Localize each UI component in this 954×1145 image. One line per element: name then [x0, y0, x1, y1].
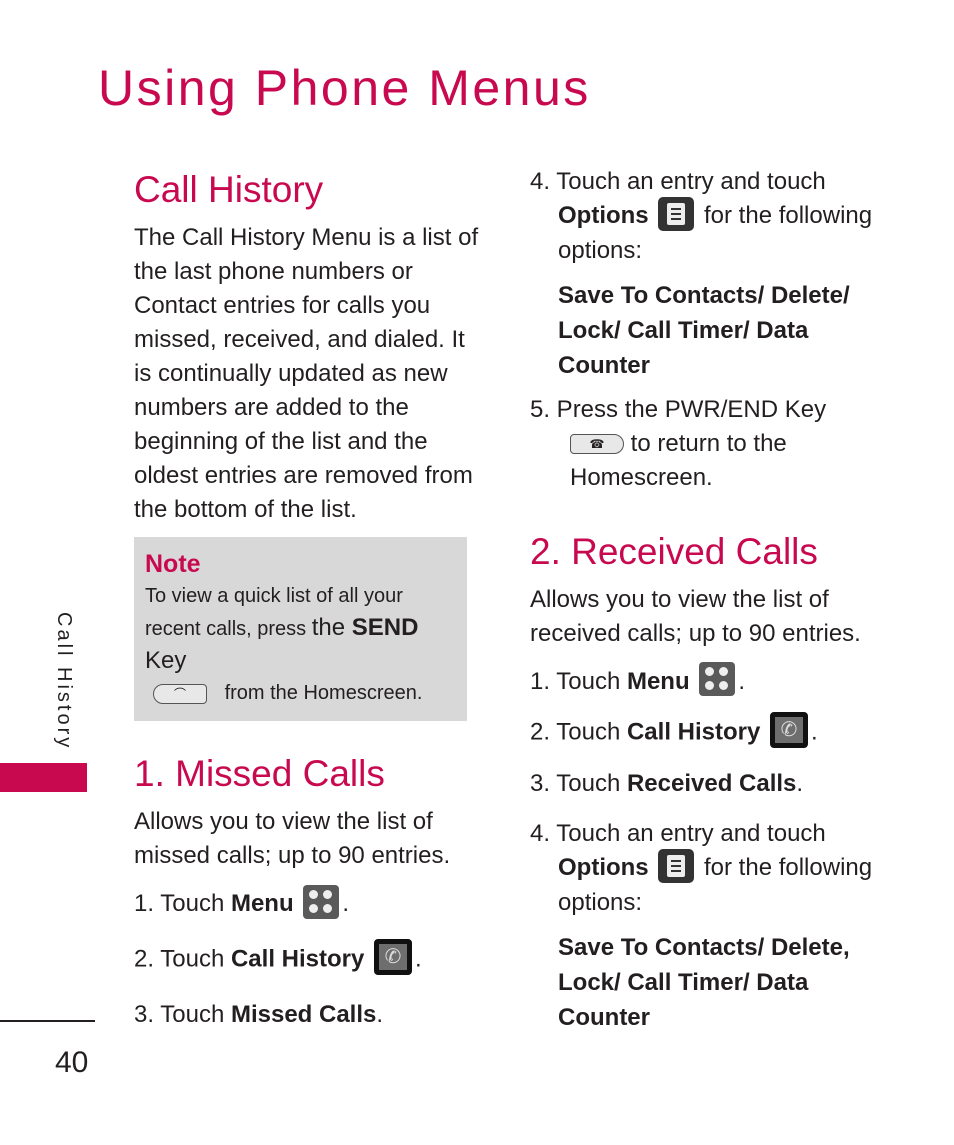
note-the: the — [311, 614, 352, 641]
side-tab-marker — [0, 763, 87, 792]
note-title: Note — [145, 550, 201, 578]
pwr-end-key-icon: ☎ — [570, 434, 624, 455]
options-label: Options — [558, 854, 649, 882]
received-calls-label: Received Calls — [626, 770, 797, 798]
step-text: 4. Touch an entry and touch — [530, 168, 826, 195]
missed-step-1: 1. Touch Menu . — [134, 884, 479, 922]
page-title: Using Phone Menus — [98, 60, 591, 116]
note-key: Key — [145, 647, 187, 674]
received-step-1: 1. Touch Menu . — [530, 662, 890, 700]
missed-step-2: 2. Touch Call History ✆. — [134, 938, 479, 978]
received-step-2: 2. Touch Call History ✆. — [530, 712, 890, 751]
step-text: 3. Touch — [134, 1000, 231, 1028]
menu-label: Menu — [626, 667, 690, 695]
note-box: Note To view a quick list of all your re… — [134, 537, 467, 721]
step-suffix: . — [376, 1000, 384, 1028]
send-key-label: SEND — [351, 614, 419, 641]
received-calls-desc: Allows you to view the list of received … — [530, 585, 861, 647]
footer-divider — [0, 1020, 95, 1022]
options-list: Save To Contacts/ Delete/ Lock/ Call Tim… — [558, 281, 850, 379]
step-suffix: . — [342, 890, 349, 917]
send-key-icon: ⌒ — [153, 683, 207, 704]
missed-calls-label: Missed Calls — [230, 1000, 377, 1028]
step-text: 2. Touch — [530, 718, 627, 746]
step-text: 2. Touch — [134, 945, 231, 972]
missed-calls-desc: Allows you to view the list of missed ca… — [134, 808, 451, 869]
step-text: 4. Touch an entry and touch — [530, 820, 826, 848]
call-history-icon: ✆ — [770, 712, 809, 749]
left-column: Call History The Call History Menu is a … — [134, 165, 479, 1032]
options-label: Options — [558, 202, 649, 229]
note-text: To view a quick list of all your recent … — [145, 581, 457, 709]
menu-icon — [303, 884, 340, 919]
note-line2: from the Homescreen. — [224, 682, 423, 704]
right-column: 4. Touch an entry and touch Options for … — [530, 165, 890, 1035]
step-text: 3. Touch — [530, 770, 627, 798]
step-suffix: . — [415, 945, 422, 972]
step-suffix: . — [811, 718, 818, 746]
step-4-intro: 4. Touch an entry and touch — [530, 165, 890, 199]
menu-icon — [699, 662, 736, 697]
step-5: 5. Press the PWR/END Key — [530, 393, 890, 427]
page-number: 40 — [55, 1046, 89, 1079]
step-suffix: . — [738, 667, 745, 695]
options-icon — [658, 196, 695, 231]
call-history-icon: ✆ — [374, 938, 413, 975]
step-4-options: Options for the following options: — [530, 196, 890, 268]
options-icon — [658, 848, 695, 883]
step-text: 1. Touch — [530, 667, 627, 695]
side-tab-label: Call History — [53, 612, 75, 751]
received-step-3: 3. Touch Received Calls. — [530, 767, 890, 801]
received-options-list: Save To Contacts/ Delete, Lock/ Call Tim… — [558, 933, 850, 1031]
call-history-intro: The Call History Menu is a list of the l… — [134, 224, 479, 523]
step-text: 5. Press the PWR/END Key — [530, 395, 827, 423]
call-history-heading: Call History — [134, 169, 324, 210]
missed-calls-heading: 1. Missed Calls — [134, 753, 385, 794]
call-history-label: Call History — [626, 718, 761, 746]
received-step-4: 4. Touch an entry and touch — [530, 817, 890, 851]
received-calls-heading: 2. Received Calls — [530, 530, 818, 572]
missed-step-3: 3. Touch Missed Calls. — [134, 998, 479, 1032]
received-step-4-options: Options for the following options: — [530, 848, 890, 920]
step-5-cont: ☎ to return to the Homescreen. — [530, 427, 890, 495]
step-suffix: . — [796, 770, 804, 798]
call-history-label: Call History — [230, 945, 365, 972]
step-text: 1. Touch — [134, 890, 231, 917]
menu-label: Menu — [230, 890, 294, 917]
